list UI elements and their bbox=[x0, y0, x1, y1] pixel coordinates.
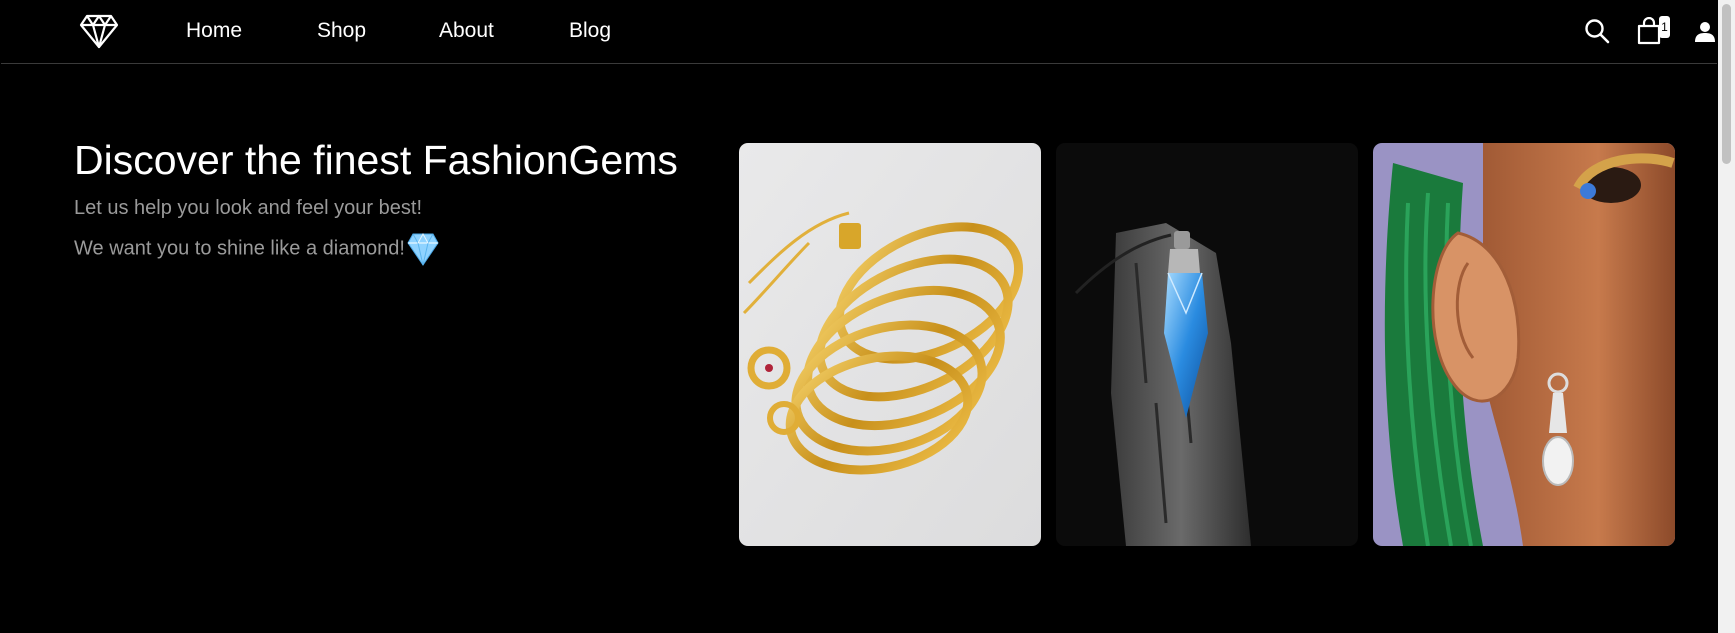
earring-model-image bbox=[1373, 143, 1675, 546]
shopping-bag-icon[interactable] bbox=[1637, 17, 1661, 45]
product-image-blue-pendant[interactable] bbox=[1056, 143, 1358, 546]
scrollbar-thumb[interactable] bbox=[1722, 4, 1731, 164]
top-navigation-bar: Home Shop About Blog 1 bbox=[1, 1, 1717, 64]
diamond-logo-icon[interactable] bbox=[79, 13, 119, 49]
user-icon[interactable] bbox=[1695, 21, 1715, 43]
nav-shop[interactable]: Shop bbox=[317, 19, 366, 43]
hero-subtitle-2-text: We want you to shine like a diamond! bbox=[74, 237, 405, 260]
blue-pendant-image bbox=[1056, 143, 1358, 546]
product-image-gold-bracelets[interactable] bbox=[739, 143, 1041, 546]
gem-icon bbox=[407, 232, 439, 266]
nav-home[interactable]: Home bbox=[186, 19, 242, 43]
product-image-earring[interactable] bbox=[1373, 143, 1675, 546]
hero-subtitle-2: We want you to shine like a diamond! bbox=[74, 232, 439, 266]
gold-bracelets-image bbox=[739, 143, 1041, 546]
nav-about[interactable]: About bbox=[439, 19, 494, 43]
cart-count-badge: 1 bbox=[1659, 16, 1670, 38]
page: Home Shop About Blog 1 Discover the fine… bbox=[1, 1, 1717, 633]
search-icon[interactable] bbox=[1584, 18, 1610, 44]
hero-title: Discover the finest FashionGems bbox=[74, 137, 678, 183]
hero-subtitle-1: Let us help you look and feel your best! bbox=[74, 197, 423, 219]
nav-blog[interactable]: Blog bbox=[569, 19, 611, 43]
